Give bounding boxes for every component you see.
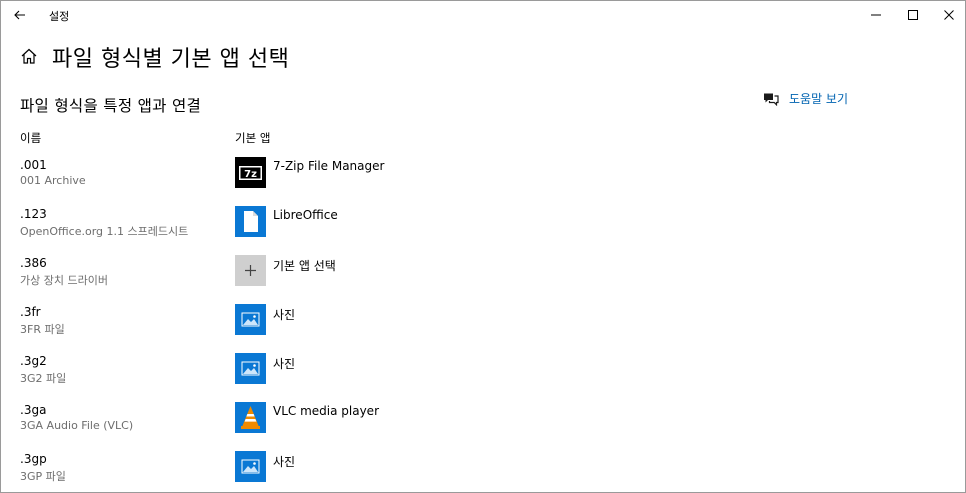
back-button[interactable] bbox=[7, 4, 33, 26]
7zip-icon: 7z bbox=[235, 157, 266, 188]
app-name: 7-Zip File Manager bbox=[273, 159, 385, 173]
file-extension: .3ga bbox=[20, 403, 47, 417]
list-item: .3g2 3G2 파일 사진 bbox=[1, 347, 965, 396]
list-item: .001 001 Archive 7z 7-Zip File Manager bbox=[1, 151, 965, 200]
back-arrow-icon bbox=[14, 10, 25, 20]
app-title: 설정 bbox=[49, 10, 70, 23]
list-item: .123 OpenOffice.org 1.1 스프레드시트 LibreOffi… bbox=[1, 200, 965, 249]
app-name: 기본 앱 선택 bbox=[273, 259, 336, 273]
list-item: .386 가상 장치 드라이버 기본 앱 선택 bbox=[1, 249, 965, 298]
file-type-description: 001 Archive bbox=[20, 174, 86, 187]
choose-default-app-button[interactable]: 기본 앱 선택 bbox=[235, 255, 655, 287]
home-icon[interactable] bbox=[20, 47, 38, 65]
plus-icon bbox=[235, 255, 266, 286]
help-link[interactable]: 도움말 보기 bbox=[763, 90, 848, 107]
file-extension: .3g2 bbox=[20, 354, 47, 368]
photos-icon bbox=[235, 353, 266, 384]
close-button[interactable] bbox=[926, 1, 965, 29]
default-app-button[interactable]: 7z 7-Zip File Manager bbox=[235, 157, 655, 189]
list-item: .3ga 3GA Audio File (VLC) VLC media play… bbox=[1, 396, 965, 445]
maximize-icon bbox=[908, 10, 918, 20]
minimize-icon bbox=[871, 14, 881, 16]
app-name: 사진 bbox=[273, 357, 296, 371]
app-name: VLC media player bbox=[273, 404, 380, 418]
default-app-button[interactable]: LibreOffice bbox=[235, 206, 655, 238]
file-type-description: 3G2 파일 bbox=[20, 372, 67, 385]
file-extension: .386 bbox=[20, 256, 47, 270]
file-type-description: 3FR 파일 bbox=[20, 323, 65, 336]
help-link-label: 도움말 보기 bbox=[789, 92, 849, 106]
file-type-description: 3GP 파일 bbox=[20, 470, 66, 483]
file-type-description: OpenOffice.org 1.1 스프레드시트 bbox=[20, 225, 189, 238]
default-app-button[interactable]: VLC media player bbox=[235, 402, 655, 434]
section-title: 파일 형식을 특정 앱과 연결 bbox=[20, 97, 202, 115]
column-header-name: 이름 bbox=[20, 131, 42, 145]
default-app-button[interactable]: 사진 bbox=[235, 451, 655, 483]
photos-icon bbox=[235, 451, 266, 482]
page-title: 파일 형식별 기본 앱 선택 bbox=[52, 47, 290, 72]
default-app-button[interactable]: 사진 bbox=[235, 353, 655, 385]
list-item: .3gp 3GP 파일 사진 bbox=[1, 445, 965, 492]
file-type-description: 가상 장치 드라이버 bbox=[20, 274, 108, 287]
settings-window: 설정 파일 형식별 기본 앱 선택 파일 형식을 특정 앱과 연결 도움말 보기 bbox=[0, 0, 966, 493]
file-extension: .123 bbox=[20, 207, 47, 221]
app-name: 사진 bbox=[273, 455, 296, 469]
help-chat-icon bbox=[764, 93, 779, 106]
vlc-icon bbox=[235, 402, 266, 433]
list-item: .3fr 3FR 파일 사진 bbox=[1, 298, 965, 347]
default-app-button[interactable]: 사진 bbox=[235, 304, 655, 336]
title-bar: 설정 bbox=[1, 1, 965, 31]
photos-icon bbox=[235, 304, 266, 335]
libreoffice-icon bbox=[235, 206, 266, 237]
svg-text:7z: 7z bbox=[244, 169, 257, 180]
column-header-app: 기본 앱 bbox=[235, 131, 271, 145]
close-icon bbox=[944, 10, 954, 20]
app-name: 사진 bbox=[273, 308, 296, 322]
file-extension: .3gp bbox=[20, 452, 47, 466]
app-name: LibreOffice bbox=[273, 208, 338, 222]
file-type-description: 3GA Audio File (VLC) bbox=[20, 419, 134, 432]
file-extension: .3fr bbox=[20, 305, 41, 319]
file-extension: .001 bbox=[20, 158, 47, 172]
